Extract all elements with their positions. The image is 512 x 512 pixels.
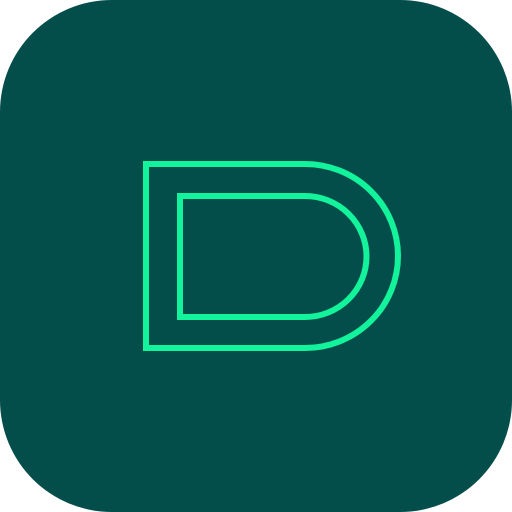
d-inner-outline <box>177 193 370 320</box>
letter-d-outline-icon <box>143 161 401 351</box>
d-outer-outline <box>143 161 401 351</box>
app-icon-tile[interactable] <box>0 0 512 512</box>
